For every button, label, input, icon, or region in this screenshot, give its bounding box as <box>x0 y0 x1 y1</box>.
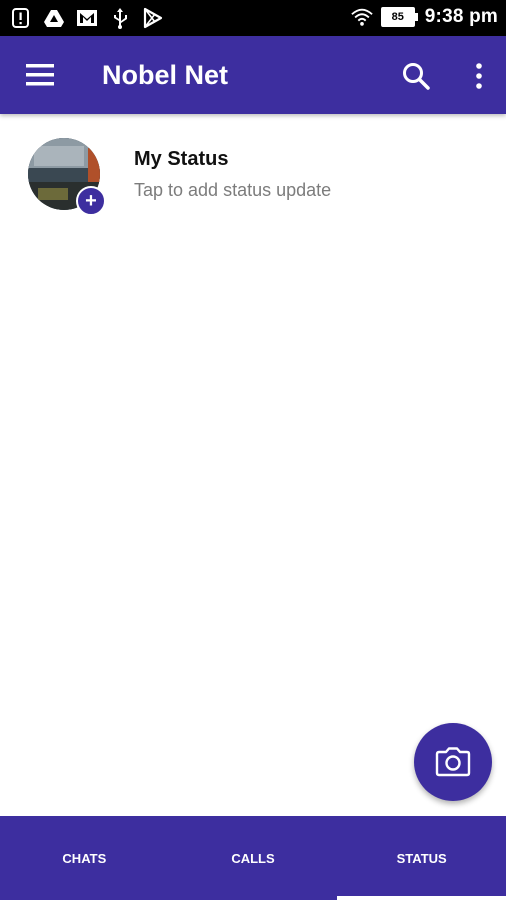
tab-calls[interactable]: CALLS <box>169 816 338 900</box>
menu-icon[interactable] <box>24 60 56 90</box>
tab-chats-label: CHATS <box>62 850 107 866</box>
camera-icon <box>435 747 471 777</box>
bottom-tab-bar: CHATS CALLS STATUS <box>0 816 506 900</box>
clock: 9:38 pm <box>424 6 498 27</box>
app-bar: Nobel Net <box>0 36 506 114</box>
play-store-icon <box>143 7 163 29</box>
alert-icon <box>12 8 29 28</box>
tab-calls-label: CALLS <box>231 850 275 866</box>
add-status-badge[interactable]: + <box>76 186 106 216</box>
more-vert-icon[interactable] <box>470 60 488 92</box>
selected-tab-indicator <box>337 896 506 900</box>
tab-status[interactable]: STATUS <box>337 816 506 900</box>
battery-level: 85 <box>391 11 404 23</box>
my-status-row[interactable]: + My Status Tap to add status update <box>0 120 506 228</box>
my-status-title: My Status <box>134 148 229 170</box>
battery-icon: 85 <box>380 7 418 27</box>
notification-icons <box>10 7 164 29</box>
system-status-bar: 85 9:38 pm <box>0 0 506 36</box>
tab-status-label: STATUS <box>396 850 447 866</box>
system-indicators: 85 9:38 pm <box>351 6 498 28</box>
tab-chats[interactable]: CHATS <box>0 816 169 900</box>
gmail-icon <box>77 10 97 26</box>
my-status-subtitle: Tap to add status update <box>134 180 332 200</box>
drive-icon <box>44 10 64 27</box>
search-icon[interactable] <box>400 60 432 92</box>
app-title: Nobel Net <box>102 60 229 90</box>
usb-icon <box>114 8 127 29</box>
wifi-icon <box>351 8 373 26</box>
camera-fab-button[interactable] <box>414 723 492 801</box>
